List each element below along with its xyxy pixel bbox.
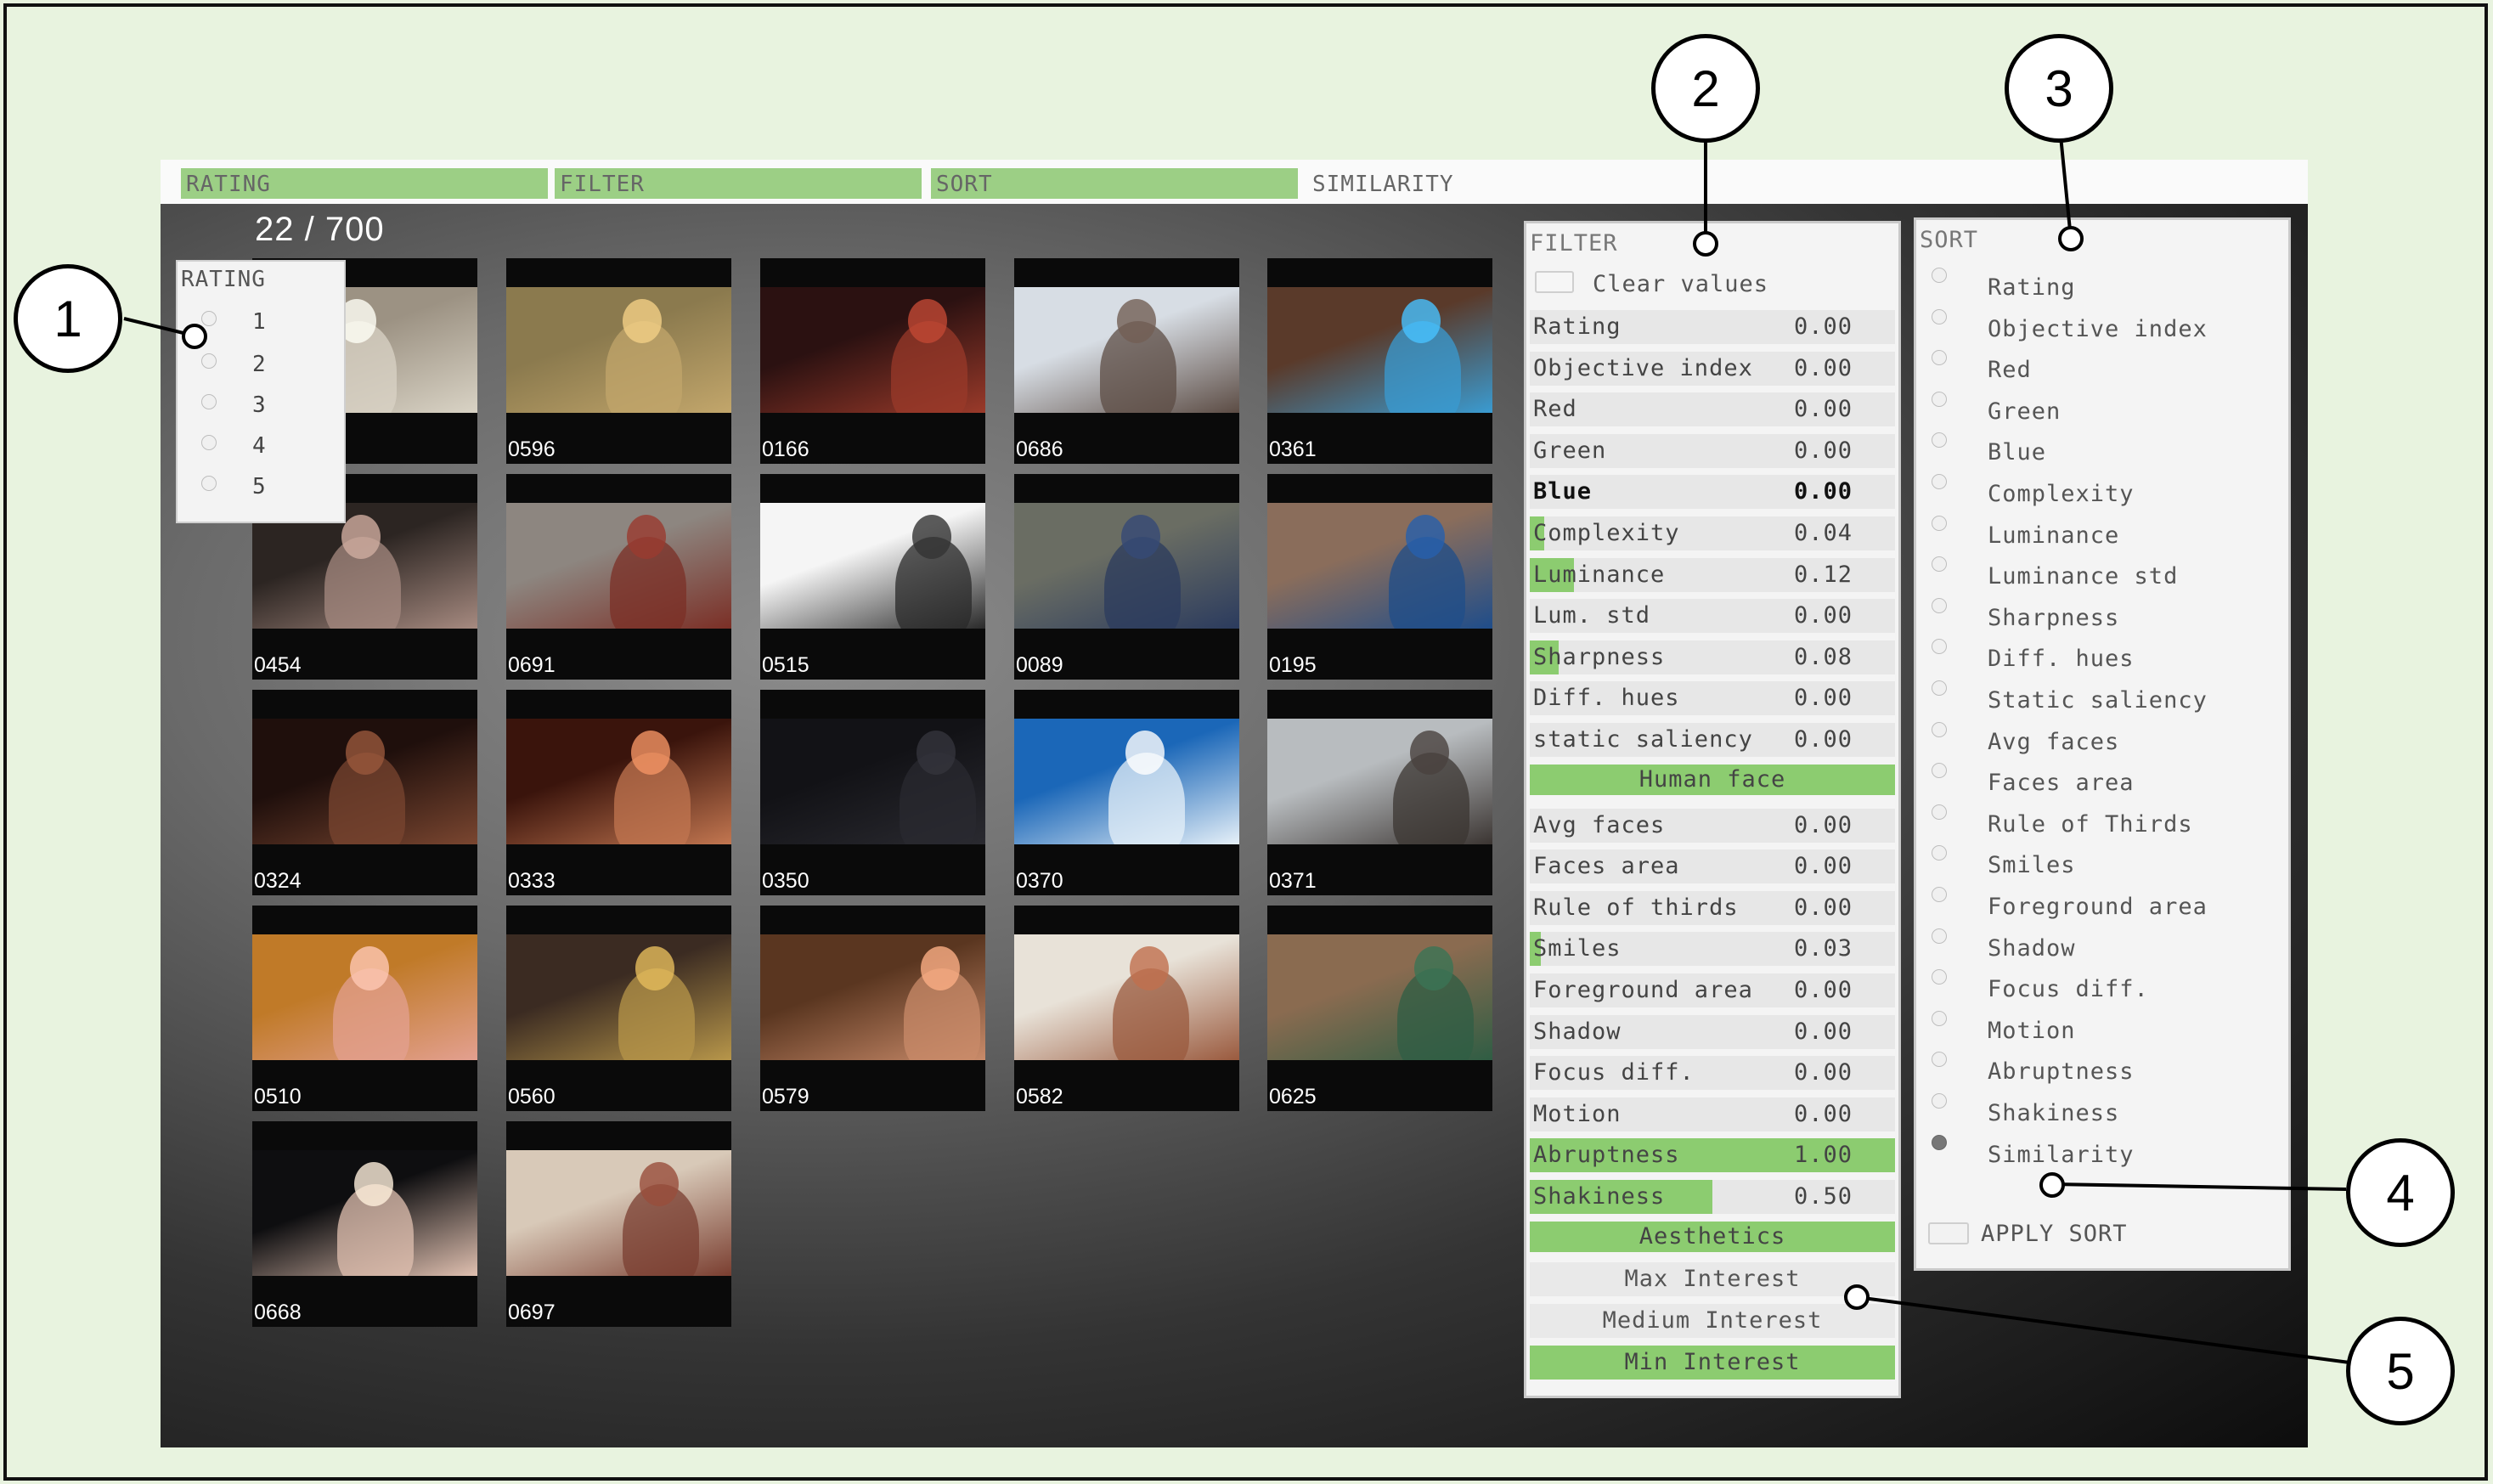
callout-anchor-3 [2058, 226, 2084, 251]
callout-anchor-4 [2039, 1172, 2065, 1198]
leader-line-5 [1856, 1295, 2350, 1364]
callout-anchor-1 [182, 324, 207, 349]
callout-5: 5 [2346, 1317, 2455, 1425]
callout-1: 1 [14, 264, 122, 373]
callout-leader-lines [123, 135, 2350, 1364]
callout-3: 3 [2005, 34, 2113, 143]
callout-2: 2 [1651, 34, 1760, 143]
callout-anchor-5 [1844, 1284, 1870, 1310]
callout-4: 4 [2346, 1138, 2455, 1247]
leader-line-3 [2059, 135, 2073, 240]
leader-line-4 [2051, 1182, 2347, 1191]
callout-anchor-2 [1693, 231, 1718, 257]
